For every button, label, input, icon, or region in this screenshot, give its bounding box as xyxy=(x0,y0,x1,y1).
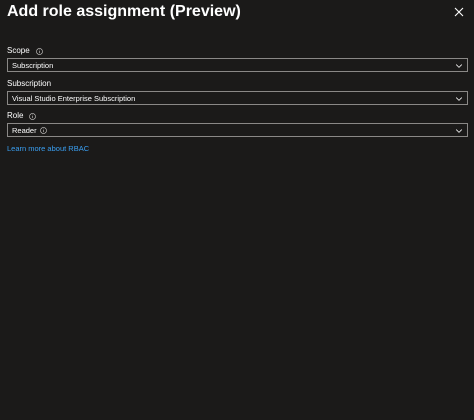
close-icon xyxy=(454,7,464,17)
scope-selected-value: Subscription xyxy=(12,60,54,70)
scope-field: Scope Subscription xyxy=(7,46,468,72)
scope-label: Scope xyxy=(7,46,30,55)
chevron-down-icon xyxy=(455,64,463,68)
chevron-down-icon xyxy=(455,129,463,133)
scope-dropdown[interactable]: Subscription xyxy=(7,58,468,72)
role-dropdown[interactable]: Reader xyxy=(7,123,468,137)
subscription-field: Subscription Visual Studio Enterprise Su… xyxy=(7,79,468,105)
info-icon[interactable] xyxy=(29,112,37,120)
subscription-selected-value: Visual Studio Enterprise Subscription xyxy=(12,93,136,103)
info-icon[interactable] xyxy=(39,126,47,134)
add-role-assignment-panel: Add role assignment (Preview) Scope Subs… xyxy=(0,0,474,420)
subscription-label: Subscription xyxy=(7,79,52,88)
learn-more-rbac-link[interactable]: Learn more about RBAC xyxy=(7,144,89,153)
info-icon[interactable] xyxy=(35,47,43,55)
subscription-dropdown[interactable]: Visual Studio Enterprise Subscription xyxy=(7,91,468,105)
chevron-down-icon xyxy=(455,97,463,101)
role-selected-value: Reader xyxy=(12,125,37,135)
panel-title: Add role assignment (Preview) xyxy=(7,3,241,20)
role-field: Role Reader xyxy=(7,111,468,137)
close-button[interactable] xyxy=(451,4,467,20)
role-label: Role xyxy=(7,111,24,120)
